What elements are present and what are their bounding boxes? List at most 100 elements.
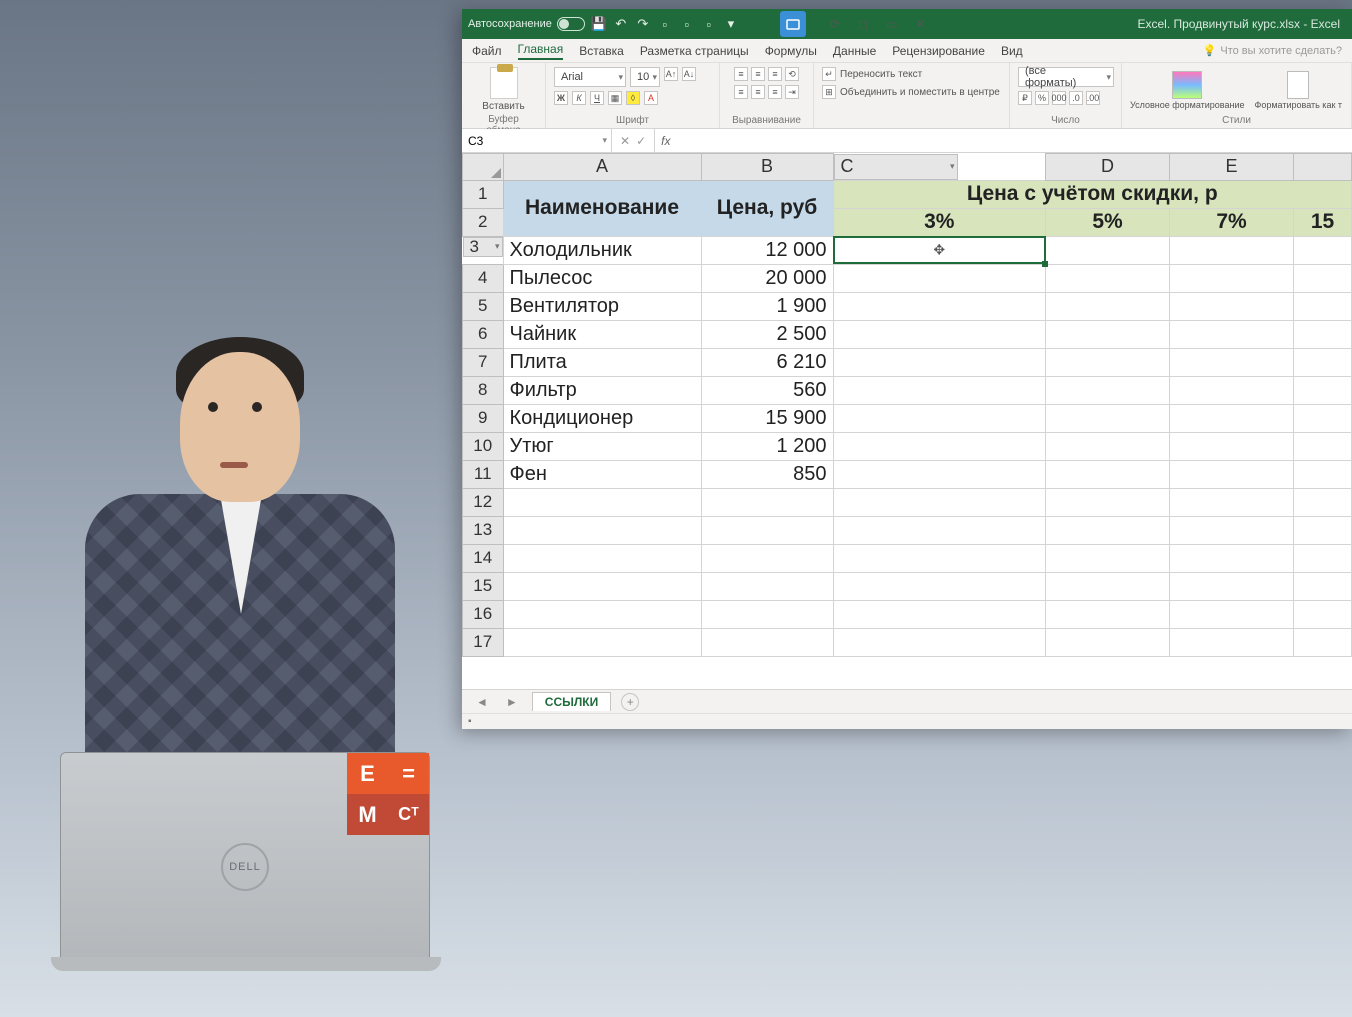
cell[interactable]: [1294, 320, 1352, 348]
align-bot-icon[interactable]: ≡: [768, 67, 782, 81]
cell[interactable]: [1046, 376, 1170, 404]
number-format-select[interactable]: (все форматы): [1018, 67, 1114, 87]
toggle-icon[interactable]: [557, 17, 585, 31]
cell[interactable]: [503, 572, 701, 600]
paste-icon[interactable]: [490, 67, 518, 99]
cell[interactable]: [1046, 320, 1170, 348]
cell[interactable]: [1294, 376, 1352, 404]
header-discount-title[interactable]: Цена с учётом скидки, р: [833, 180, 1352, 208]
align-right-icon[interactable]: ≡: [768, 85, 782, 99]
menu-home[interactable]: Главная: [518, 42, 564, 60]
cell[interactable]: [503, 600, 701, 628]
cell[interactable]: [1046, 544, 1170, 572]
cell[interactable]: [833, 292, 1046, 320]
cell[interactable]: [1294, 628, 1352, 656]
row-header[interactable]: 11: [463, 460, 504, 488]
col-header-c[interactable]: C: [834, 154, 958, 180]
format-table-label[interactable]: Форматировать как т: [1255, 101, 1343, 110]
cell[interactable]: [1046, 236, 1170, 264]
cell[interactable]: [1170, 460, 1294, 488]
align-mid-icon[interactable]: ≡: [751, 67, 765, 81]
merge-label[interactable]: Объединить и поместить в центре: [840, 87, 1000, 98]
paste-label[interactable]: Вставить: [482, 101, 524, 112]
align-top-icon[interactable]: ≡: [734, 67, 748, 81]
row-header[interactable]: 16: [463, 600, 504, 628]
cell[interactable]: [833, 320, 1046, 348]
inc-decimal-icon[interactable]: .0: [1069, 91, 1083, 105]
cancel-icon[interactable]: ✕: [620, 134, 630, 148]
decrease-font-icon[interactable]: A↓: [682, 67, 696, 81]
cell[interactable]: [1170, 600, 1294, 628]
header-pct-7[interactable]: 7%: [1170, 208, 1294, 236]
cell-price[interactable]: 12 000: [701, 236, 833, 264]
font-name-select[interactable]: Arial: [554, 67, 626, 87]
overlay-window-icon[interactable]: ◻: [858, 17, 868, 31]
cell-name[interactable]: Плита: [503, 348, 701, 376]
cell[interactable]: [1170, 320, 1294, 348]
cell[interactable]: [1046, 404, 1170, 432]
italic-button[interactable]: К: [572, 91, 586, 105]
row-header[interactable]: 8: [463, 376, 504, 404]
menu-view[interactable]: Вид: [1001, 44, 1023, 58]
cell[interactable]: [1170, 404, 1294, 432]
percent-icon[interactable]: %: [1035, 91, 1049, 105]
cell-price[interactable]: 6 210: [701, 348, 833, 376]
cell[interactable]: [1294, 404, 1352, 432]
cell[interactable]: [833, 460, 1046, 488]
conditional-format-icon[interactable]: [1172, 71, 1202, 99]
row-header[interactable]: 7: [463, 348, 504, 376]
align-left-icon[interactable]: ≡: [734, 85, 748, 99]
header-pct-3[interactable]: 3%: [833, 208, 1046, 236]
wrap-text-label[interactable]: Переносить текст: [840, 69, 922, 80]
row-header[interactable]: 5: [463, 292, 504, 320]
menu-formulas[interactable]: Формулы: [765, 44, 817, 58]
font-size-select[interactable]: 10: [630, 67, 660, 87]
cell[interactable]: [1294, 432, 1352, 460]
bold-button[interactable]: Ж: [554, 91, 568, 105]
qat-icon-3[interactable]: ▫: [701, 16, 717, 32]
cell[interactable]: [1046, 432, 1170, 460]
menu-layout[interactable]: Разметка страницы: [640, 44, 749, 58]
fill-color-button[interactable]: ◊: [626, 91, 640, 105]
cell[interactable]: [1170, 264, 1294, 292]
cell-price[interactable]: 2 500: [701, 320, 833, 348]
cell[interactable]: [1294, 572, 1352, 600]
cell-name[interactable]: Кондиционер: [503, 404, 701, 432]
cell[interactable]: [1046, 628, 1170, 656]
comma-icon[interactable]: 000: [1052, 91, 1066, 105]
tab-prev-icon[interactable]: ◄: [472, 695, 492, 709]
menu-file[interactable]: Файл: [472, 44, 502, 58]
cell[interactable]: [503, 628, 701, 656]
cell[interactable]: [1170, 516, 1294, 544]
cell[interactable]: [833, 572, 1046, 600]
cell[interactable]: [1294, 516, 1352, 544]
cell[interactable]: [701, 628, 833, 656]
menu-insert[interactable]: Вставка: [579, 44, 624, 58]
cell-name[interactable]: Вентилятор: [503, 292, 701, 320]
autosave-toggle[interactable]: Автосохранение: [468, 17, 585, 31]
cell[interactable]: [1294, 544, 1352, 572]
select-all-corner[interactable]: [463, 154, 504, 181]
tell-me-search[interactable]: 💡 Что вы хотите сделать?: [1203, 44, 1342, 57]
cell[interactable]: [1294, 460, 1352, 488]
cell[interactable]: [833, 404, 1046, 432]
col-header-d[interactable]: D: [1046, 154, 1170, 181]
col-header-a[interactable]: A: [503, 154, 701, 181]
cell-name[interactable]: Чайник: [503, 320, 701, 348]
cell[interactable]: [1046, 572, 1170, 600]
row-header[interactable]: 12: [463, 488, 504, 516]
col-header-e[interactable]: E: [1170, 154, 1294, 181]
add-sheet-button[interactable]: +: [621, 693, 639, 711]
header-name[interactable]: Наименование: [503, 180, 701, 236]
row-header[interactable]: 13: [463, 516, 504, 544]
undo-icon[interactable]: ↶: [613, 16, 629, 32]
orientation-icon[interactable]: ⟲: [785, 67, 799, 81]
spreadsheet-grid[interactable]: A B C D E 1 Наименование Цена, руб Цена …: [462, 153, 1352, 689]
menu-data[interactable]: Данные: [833, 44, 876, 58]
cell[interactable]: [1170, 236, 1294, 264]
dec-decimal-icon[interactable]: .00: [1086, 91, 1100, 105]
redo-icon[interactable]: ↷: [635, 16, 651, 32]
cell[interactable]: [1046, 264, 1170, 292]
increase-font-icon[interactable]: A↑: [664, 67, 678, 81]
qat-dropdown-icon[interactable]: ▾: [723, 16, 739, 32]
